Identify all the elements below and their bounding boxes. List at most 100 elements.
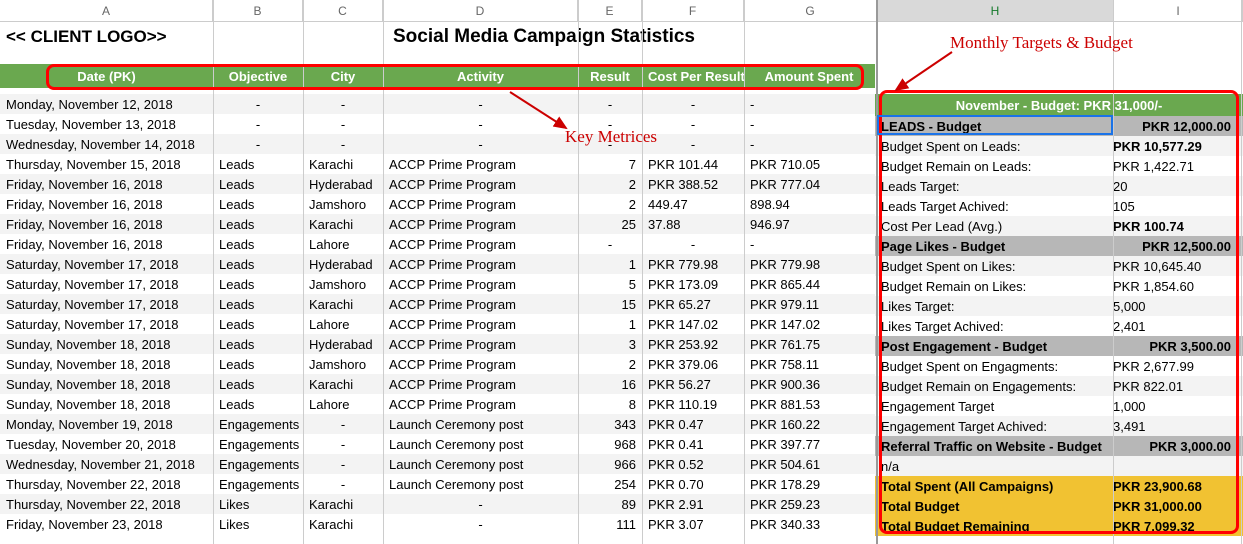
cell-date[interactable]: Sunday, November 18, 2018 (0, 337, 213, 352)
table-row[interactable]: Saturday, November 17, 2018LeadsKarachiA… (0, 294, 875, 314)
cell-amount[interactable]: PKR 259.23 (744, 497, 874, 512)
cell-cost[interactable]: - (642, 237, 744, 252)
col-head-f[interactable]: F (642, 0, 744, 21)
cell-amount[interactable]: - (744, 237, 874, 252)
col-head-d[interactable]: D (383, 0, 578, 21)
cell-city[interactable]: Lahore (303, 237, 383, 252)
table-row[interactable]: Monday, November 12, 2018------ (0, 94, 875, 114)
cell-date[interactable]: Saturday, November 17, 2018 (0, 257, 213, 272)
budget-row[interactable]: Engagement Target Achived:3,491 (875, 416, 1243, 436)
cell-city[interactable]: Jamshoro (303, 197, 383, 212)
cell-date[interactable]: Saturday, November 17, 2018 (0, 297, 213, 312)
cell-city[interactable]: Karachi (303, 217, 383, 232)
cell-activity[interactable]: ACCP Prime Program (383, 217, 578, 232)
col-head-e[interactable]: E (578, 0, 642, 21)
cell-objective[interactable]: Likes (213, 517, 303, 532)
cell-date[interactable]: Sunday, November 18, 2018 (0, 397, 213, 412)
cell-amount[interactable]: PKR 881.53 (744, 397, 874, 412)
cell-date[interactable]: Thursday, November 15, 2018 (0, 157, 213, 172)
cell-cost[interactable]: PKR 779.98 (642, 257, 744, 272)
cell-objective[interactable]: Engagements (213, 477, 303, 492)
cell-activity[interactable]: - (383, 117, 578, 132)
cell-result[interactable]: - (578, 117, 642, 132)
budget-row[interactable]: Total Budget RemainingPKR 7,099.32 (875, 516, 1243, 536)
cell-amount[interactable]: PKR 710.05 (744, 157, 874, 172)
cell-activity[interactable]: ACCP Prime Program (383, 157, 578, 172)
cell-city[interactable]: - (303, 477, 383, 492)
cell-result[interactable]: 1 (578, 317, 642, 332)
cell-city[interactable]: - (303, 137, 383, 152)
cell-cost[interactable]: PKR 147.02 (642, 317, 744, 332)
cell-objective[interactable]: Leads (213, 177, 303, 192)
cell-result[interactable]: 16 (578, 377, 642, 392)
cell-date[interactable]: Friday, November 16, 2018 (0, 177, 213, 192)
cell-activity[interactable]: ACCP Prime Program (383, 177, 578, 192)
budget-row[interactable]: Page Likes - BudgetPKR 12,500.00 (875, 236, 1243, 256)
cell-amount[interactable]: PKR 397.77 (744, 437, 874, 452)
cell-result[interactable]: 968 (578, 437, 642, 452)
cell-amount[interactable]: PKR 761.75 (744, 337, 874, 352)
cell-result[interactable]: 111 (578, 517, 642, 532)
cell-date[interactable]: Thursday, November 22, 2018 (0, 477, 213, 492)
cell-city[interactable]: Hyderabad (303, 337, 383, 352)
cell-objective[interactable]: Leads (213, 157, 303, 172)
budget-row[interactable]: Cost Per Lead (Avg.)PKR 100.74 (875, 216, 1243, 236)
cell-result[interactable]: 3 (578, 337, 642, 352)
cell-activity[interactable]: ACCP Prime Program (383, 397, 578, 412)
cell-objective[interactable]: Leads (213, 397, 303, 412)
col-head-h[interactable]: H (877, 0, 1114, 21)
cell-objective[interactable]: Leads (213, 277, 303, 292)
cell-cost[interactable]: PKR 379.06 (642, 357, 744, 372)
cell-amount[interactable]: PKR 178.29 (744, 477, 874, 492)
cell-city[interactable]: Karachi (303, 297, 383, 312)
cell-city[interactable]: Karachi (303, 497, 383, 512)
cell-date[interactable]: Friday, November 16, 2018 (0, 197, 213, 212)
cell-amount[interactable]: PKR 504.61 (744, 457, 874, 472)
cell-cost[interactable]: - (642, 117, 744, 132)
cell-amount[interactable]: - (744, 117, 874, 132)
cell-objective[interactable]: Leads (213, 197, 303, 212)
cell-city[interactable]: Jamshoro (303, 357, 383, 372)
cell-cost[interactable]: PKR 101.44 (642, 157, 744, 172)
budget-row[interactable]: Budget Spent on Likes:PKR 10,645.40 (875, 256, 1243, 276)
cell-date[interactable]: Wednesday, November 14, 2018 (0, 137, 213, 152)
cell-activity[interactable]: ACCP Prime Program (383, 277, 578, 292)
col-head-a[interactable]: A (0, 0, 213, 21)
cell-result[interactable]: - (578, 97, 642, 112)
cell-city[interactable]: - (303, 457, 383, 472)
cell-result[interactable]: 1 (578, 257, 642, 272)
cell-cost[interactable]: PKR 0.41 (642, 437, 744, 452)
budget-row[interactable]: LEADS - BudgetPKR 12,000.00 (875, 116, 1243, 136)
cell-amount[interactable]: PKR 160.22 (744, 417, 874, 432)
cell-result[interactable]: 15 (578, 297, 642, 312)
cell-objective[interactable]: Leads (213, 297, 303, 312)
table-row[interactable]: Friday, November 23, 2018LikesKarachi-11… (0, 514, 875, 534)
col-head-c[interactable]: C (303, 0, 383, 21)
budget-row[interactable]: Referral Traffic on Website - BudgetPKR … (875, 436, 1243, 456)
cell-date[interactable]: Friday, November 16, 2018 (0, 237, 213, 252)
cell-cost[interactable]: PKR 56.27 (642, 377, 744, 392)
cell-activity[interactable]: Launch Ceremony post (383, 437, 578, 452)
cell-objective[interactable]: Engagements (213, 437, 303, 452)
cell-activity[interactable]: ACCP Prime Program (383, 377, 578, 392)
table-row[interactable]: Tuesday, November 13, 2018------ (0, 114, 875, 134)
table-row[interactable]: Saturday, November 17, 2018LeadsLahoreAC… (0, 314, 875, 334)
cell-date[interactable]: Monday, November 19, 2018 (0, 417, 213, 432)
cell-amount[interactable]: PKR 900.36 (744, 377, 874, 392)
table-row[interactable]: Friday, November 16, 2018LeadsLahoreACCP… (0, 234, 875, 254)
cell-amount[interactable]: PKR 779.98 (744, 257, 874, 272)
budget-row[interactable]: Post Engagement - BudgetPKR 3,500.00 (875, 336, 1243, 356)
cell-result[interactable]: 8 (578, 397, 642, 412)
cell-date[interactable]: Sunday, November 18, 2018 (0, 377, 213, 392)
cell-cost[interactable]: - (642, 137, 744, 152)
cell-amount[interactable]: 946.97 (744, 217, 874, 232)
cell-amount[interactable]: PKR 758.11 (744, 357, 874, 372)
table-row[interactable]: Thursday, November 22, 2018Engagements-L… (0, 474, 875, 494)
budget-row[interactable]: Budget Spent on Engagments:PKR 2,677.99 (875, 356, 1243, 376)
cell-activity[interactable]: - (383, 137, 578, 152)
table-row[interactable]: Sunday, November 18, 2018LeadsLahoreACCP… (0, 394, 875, 414)
cell-objective[interactable]: Leads (213, 337, 303, 352)
cell-cost[interactable]: PKR 388.52 (642, 177, 744, 192)
table-row[interactable]: Sunday, November 18, 2018LeadsKarachiACC… (0, 374, 875, 394)
col-head-g[interactable]: G (744, 0, 877, 21)
